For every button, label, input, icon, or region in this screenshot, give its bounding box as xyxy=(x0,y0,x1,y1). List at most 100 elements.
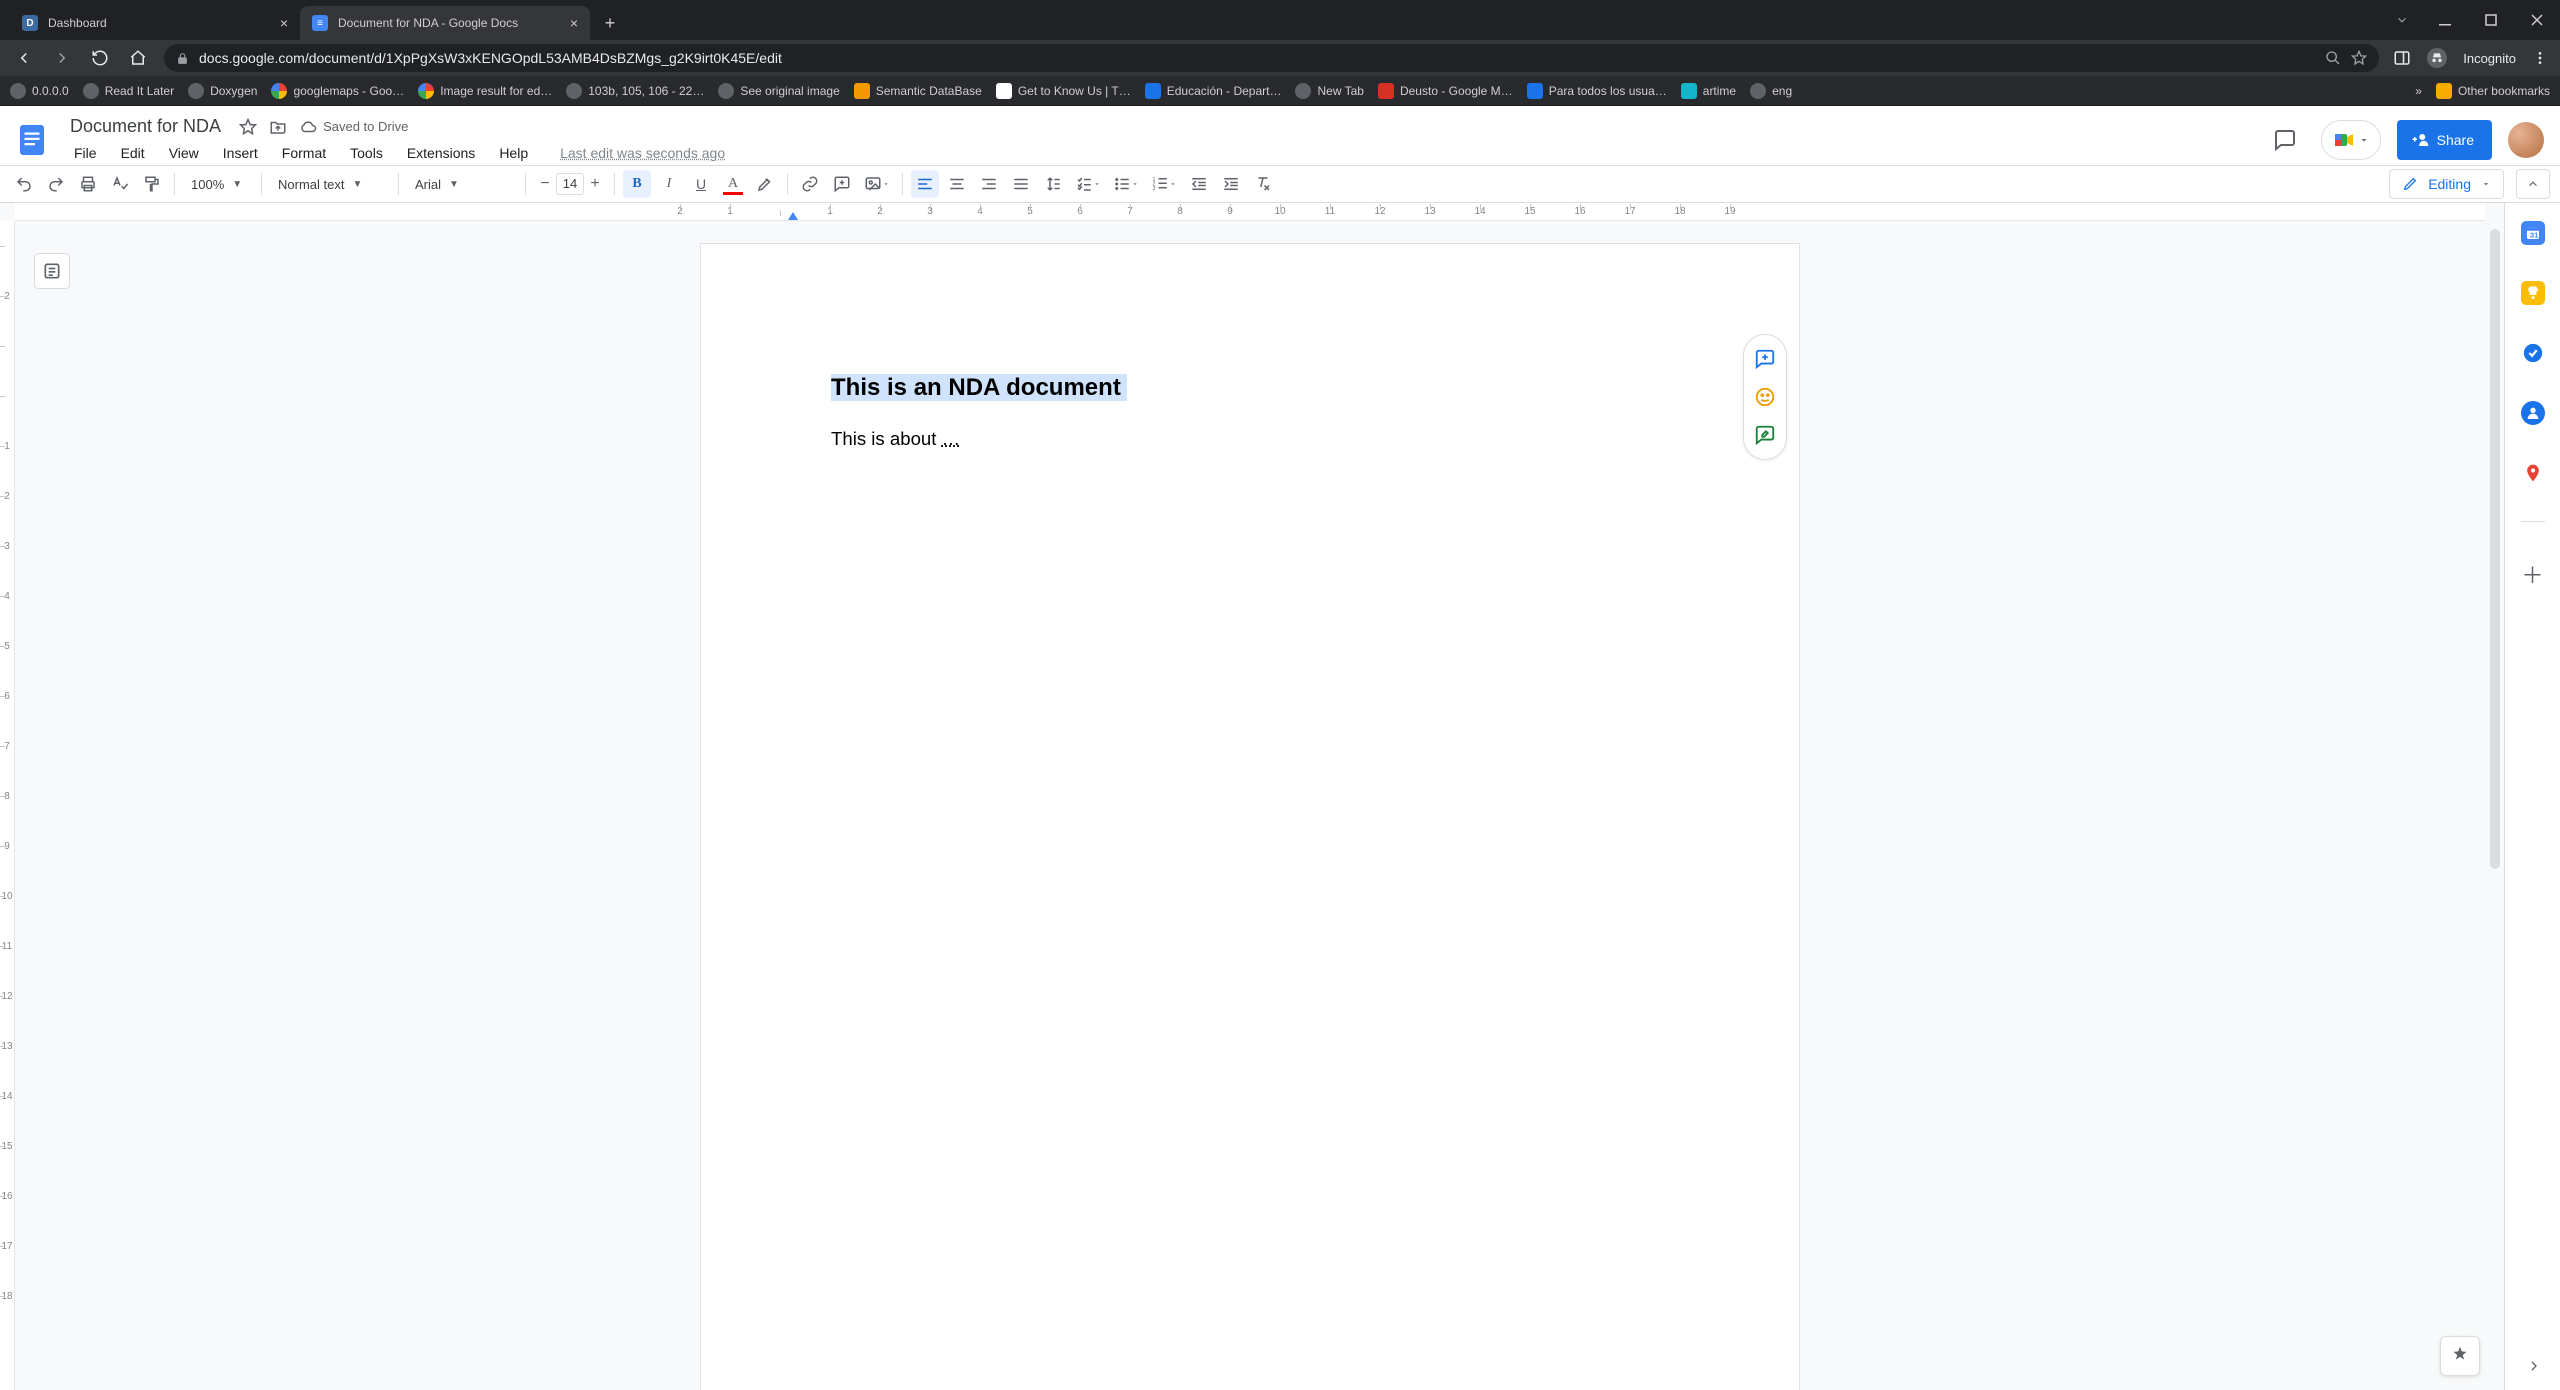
line-spacing-button[interactable] xyxy=(1039,170,1067,198)
bookmark-item[interactable]: Image result for ed… xyxy=(418,83,552,99)
indent-marker-icon[interactable] xyxy=(788,212,798,220)
new-tab-button[interactable]: + xyxy=(596,9,624,37)
document-scroll-area[interactable]: This is an NDA document This is about … xyxy=(15,221,2485,1390)
browser-tab-dashboard[interactable]: D Dashboard × xyxy=(10,6,300,40)
nav-back-button[interactable] xyxy=(12,46,36,70)
vertical-scrollbar[interactable] xyxy=(2488,223,2502,1340)
scrollbar-thumb[interactable] xyxy=(2490,229,2500,869)
font-size-increase-button[interactable]: + xyxy=(584,173,606,195)
print-button[interactable] xyxy=(74,170,102,198)
bookmark-item[interactable]: Read It Later xyxy=(83,83,174,99)
bulleted-list-button[interactable] xyxy=(1109,170,1143,198)
suggest-edits-button[interactable] xyxy=(1753,423,1777,447)
highlight-color-button[interactable] xyxy=(751,170,779,198)
align-left-button[interactable] xyxy=(911,170,939,198)
nav-reload-button[interactable] xyxy=(88,46,112,70)
increase-indent-button[interactable] xyxy=(1217,170,1245,198)
zoom-select[interactable]: 100%▼ xyxy=(183,171,253,197)
font-size-input[interactable]: 14 xyxy=(556,173,584,195)
docs-logo-icon[interactable] xyxy=(12,120,52,160)
star-bookmark-icon[interactable] xyxy=(2351,50,2367,66)
document-page[interactable]: This is an NDA document This is about … xyxy=(700,243,1800,1390)
collapse-toolbar-button[interactable] xyxy=(2516,169,2550,199)
nav-forward-button[interactable] xyxy=(50,46,74,70)
clear-formatting-button[interactable] xyxy=(1249,170,1277,198)
side-panel-maps-button[interactable] xyxy=(2521,461,2545,485)
insert-image-button[interactable] xyxy=(860,170,894,198)
decrease-indent-button[interactable] xyxy=(1185,170,1213,198)
chrome-menu-icon[interactable] xyxy=(2532,50,2548,66)
bookmark-item[interactable]: See original image xyxy=(718,83,839,99)
window-close-button[interactable] xyxy=(2514,0,2560,40)
align-right-button[interactable] xyxy=(975,170,1003,198)
other-bookmarks-button[interactable]: Other bookmarks xyxy=(2436,83,2550,99)
browser-tab-document[interactable]: ≡ Document for NDA - Google Docs × xyxy=(300,6,590,40)
bookmarks-overflow-button[interactable]: » xyxy=(2415,84,2422,98)
text-color-button[interactable]: A xyxy=(719,170,747,198)
side-panel-calendar-button[interactable]: 31 xyxy=(2521,221,2545,245)
align-center-button[interactable] xyxy=(943,170,971,198)
document-title-input[interactable]: Document for NDA xyxy=(64,114,227,139)
side-panel-contacts-button[interactable] xyxy=(2521,401,2545,425)
bookmark-item[interactable]: Educación - Depart… xyxy=(1145,83,1282,99)
bookmark-item[interactable]: Get to Know Us | T… xyxy=(996,83,1131,99)
outline-toggle-button[interactable] xyxy=(34,253,70,289)
menu-edit[interactable]: Edit xyxy=(111,141,155,165)
document-body-line[interactable]: This is about … xyxy=(831,428,1669,450)
spellcheck-button[interactable] xyxy=(106,170,134,198)
side-panel-addons-button[interactable]: ＋ xyxy=(2521,558,2543,590)
font-family-select[interactable]: Arial▼ xyxy=(407,171,517,197)
meet-button[interactable] xyxy=(2321,120,2381,160)
undo-button[interactable] xyxy=(10,170,38,198)
explore-button[interactable] xyxy=(2440,1336,2480,1376)
bookmark-item[interactable]: Semantic DataBase xyxy=(854,83,982,99)
add-comment-button[interactable] xyxy=(1753,347,1777,371)
bookmark-item[interactable]: eng xyxy=(1750,83,1792,99)
bold-button[interactable]: B xyxy=(623,170,651,198)
comment-history-button[interactable] xyxy=(2265,120,2305,160)
insert-link-button[interactable] xyxy=(796,170,824,198)
nav-home-button[interactable] xyxy=(126,46,150,70)
window-maximize-button[interactable] xyxy=(2468,0,2514,40)
last-edit-link[interactable]: Last edit was seconds ago xyxy=(560,145,725,161)
menu-file[interactable]: File xyxy=(64,141,107,165)
zoom-icon[interactable] xyxy=(2325,50,2341,66)
side-panel-keep-button[interactable] xyxy=(2521,281,2545,305)
bookmark-item[interactable]: 0.0.0.0 xyxy=(10,83,69,99)
vertical-ruler[interactable]: 2123456789101112131415161718 xyxy=(0,221,15,1390)
checklist-button[interactable] xyxy=(1071,170,1105,198)
redo-button[interactable] xyxy=(42,170,70,198)
insert-comment-button[interactable] xyxy=(828,170,856,198)
saved-status[interactable]: Saved to Drive xyxy=(299,118,408,136)
bookmark-item[interactable]: 103b, 105, 106 - 22… xyxy=(566,83,704,99)
menu-insert[interactable]: Insert xyxy=(213,141,268,165)
side-panel-collapse-button[interactable] xyxy=(2526,1358,2542,1374)
italic-button[interactable]: I xyxy=(655,170,683,198)
align-justify-button[interactable] xyxy=(1007,170,1035,198)
move-icon[interactable] xyxy=(269,118,287,136)
share-button[interactable]: Share xyxy=(2397,120,2492,160)
menu-view[interactable]: View xyxy=(159,141,209,165)
document-heading[interactable]: This is an NDA document xyxy=(831,374,1669,402)
menu-help[interactable]: Help xyxy=(489,141,538,165)
window-minimize-button[interactable] xyxy=(2422,0,2468,40)
horizontal-ruler[interactable]: 2112345678910111213141516171819 xyxy=(15,203,2485,221)
address-bar[interactable]: docs.google.com/document/d/1XpPgXsW3xKEN… xyxy=(164,44,2379,72)
numbered-list-button[interactable]: 123 xyxy=(1147,170,1181,198)
document-content[interactable]: This is an NDA document This is about … xyxy=(701,244,1799,580)
menu-extensions[interactable]: Extensions xyxy=(397,141,485,165)
account-avatar[interactable] xyxy=(2508,122,2544,158)
tab-close-icon[interactable]: × xyxy=(280,15,288,31)
bookmark-item[interactable]: Doxygen xyxy=(188,83,257,99)
star-icon[interactable] xyxy=(239,118,257,136)
font-size-decrease-button[interactable]: − xyxy=(534,173,556,195)
side-panel-icon[interactable] xyxy=(2393,49,2411,67)
bookmark-item[interactable]: Para todos los usua… xyxy=(1527,83,1667,99)
editing-mode-select[interactable]: Editing xyxy=(2389,169,2504,199)
paragraph-style-select[interactable]: Normal text▼ xyxy=(270,171,390,197)
bookmark-item[interactable]: artime xyxy=(1681,83,1736,99)
bookmark-item[interactable]: Deusto - Google M… xyxy=(1378,83,1513,99)
bookmark-item[interactable]: googlemaps - Goo… xyxy=(271,83,404,99)
paint-format-button[interactable] xyxy=(138,170,166,198)
tab-close-icon[interactable]: × xyxy=(570,15,578,31)
